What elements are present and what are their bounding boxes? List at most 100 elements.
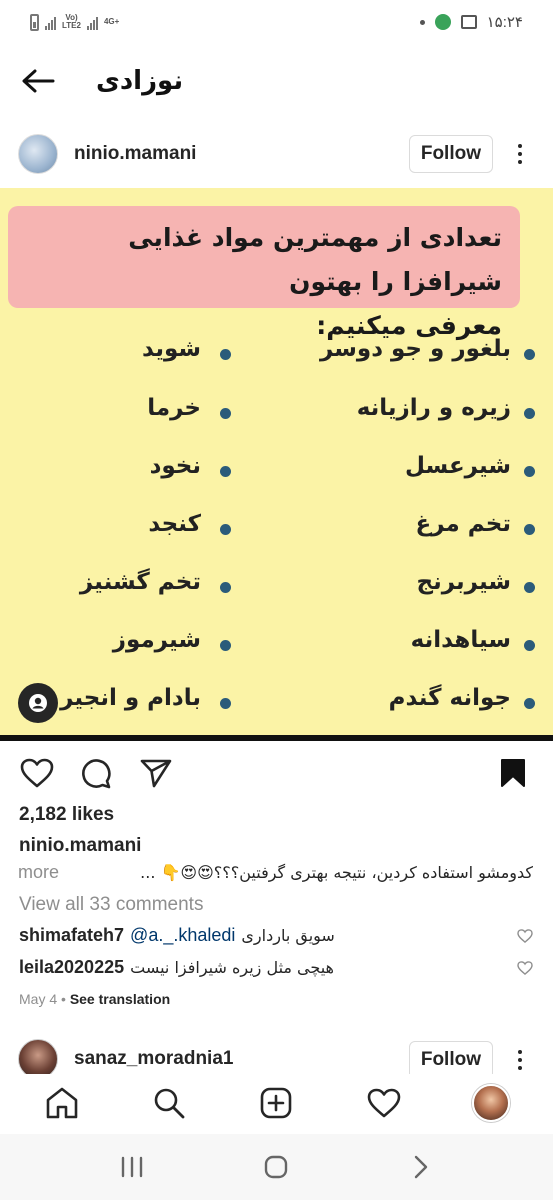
list-item: سیاهدانه <box>410 627 511 653</box>
list-bullet <box>220 582 231 593</box>
bottom-navigation <box>0 1074 553 1132</box>
recent-apps-button[interactable] <box>107 1142 157 1192</box>
post-header: ninio.mamani Follow <box>0 128 553 180</box>
next-post-header: sanaz_moradnia1 Follow <box>0 1038 553 1074</box>
post-actions <box>0 752 553 794</box>
page-header: نوزادی <box>0 50 553 112</box>
user-tag-icon <box>29 694 47 712</box>
list-bullet <box>220 466 231 477</box>
list-item: جوانه گندم <box>388 685 511 711</box>
page-title: نوزادی <box>96 66 184 96</box>
system-back-button[interactable] <box>396 1142 446 1192</box>
list-item: تخم گشنیز <box>79 569 201 595</box>
list-bullet <box>220 408 231 419</box>
status-left: Vo) LTE2 4G+ <box>30 13 120 31</box>
profile-avatar <box>472 1084 511 1122</box>
comment-text: سویق بارداری <box>241 926 335 945</box>
list-item: زیره و رازیانه <box>356 395 511 421</box>
arrow-left-icon <box>22 69 55 93</box>
image-notification-icon <box>460 15 477 29</box>
heart-icon <box>517 928 533 943</box>
follow-button[interactable]: Follow <box>408 135 493 173</box>
list-bullet <box>524 466 535 477</box>
caption-text: کدومشو استفاده کردین، نتیجه بهتری گرفتین… <box>140 863 533 882</box>
signal-icon <box>45 14 56 30</box>
system-home-button[interactable] <box>251 1142 301 1192</box>
heart-icon <box>20 758 54 788</box>
avatar[interactable] <box>18 134 58 174</box>
view-all-comments-link[interactable]: View all 33 comments <box>19 894 203 916</box>
status-bar: Vo) LTE2 4G+ ۱۵:۲۴ <box>0 0 553 44</box>
image-bottom-bar <box>0 735 553 741</box>
list-bullet <box>524 349 535 360</box>
list-bullet <box>524 524 535 535</box>
comment-username[interactable]: leila2020225 <box>19 957 124 978</box>
home-circle-icon <box>265 1155 288 1179</box>
activity-heart-icon <box>367 1088 401 1118</box>
banner-line-1: تعدادی از مهمترین مواد غذایی شیرافزا را … <box>128 223 502 296</box>
nav-search-button[interactable] <box>146 1080 192 1126</box>
save-button[interactable] <box>493 753 533 793</box>
caption: more کدومشو استفاده کردین، نتیجه بهتری گ… <box>18 862 533 883</box>
list-bullet <box>220 698 231 709</box>
list-item: بلغور و جو دوسر <box>319 336 511 362</box>
list-item: بادام و انجیر <box>60 685 201 711</box>
caption-username[interactable]: ninio.mamani <box>19 835 141 857</box>
list-item: شوید <box>142 336 201 362</box>
list-bullet <box>220 524 231 535</box>
list-item: کنجد <box>148 511 201 537</box>
status-right: ۱۵:۲۴ <box>419 13 523 31</box>
comment-like-button[interactable] <box>516 959 534 977</box>
post-image[interactable]: تعدادی از مهمترین مواد غذایی شیرافزا را … <box>0 188 553 741</box>
notification-dot-icon <box>419 19 425 25</box>
list-bullet <box>524 698 535 709</box>
comment-mention[interactable]: @a._.khaledi <box>130 925 235 946</box>
post-username[interactable]: ninio.mamani <box>74 143 409 165</box>
comment-button[interactable] <box>80 753 120 793</box>
battery-icon <box>30 13 39 31</box>
list-item: شیرموز <box>112 627 201 653</box>
post-date-text: May 4 <box>19 991 58 1007</box>
network-type: 4G+ <box>103 17 120 26</box>
list-item: شیرعسل <box>405 453 511 479</box>
send-icon <box>140 759 172 788</box>
see-translation-link[interactable]: See translation <box>70 991 170 1007</box>
list-bullet <box>220 349 231 360</box>
next-post-username[interactable]: sanaz_moradnia1 <box>74 1048 409 1070</box>
comment-username[interactable]: shimafateh7 <box>19 925 124 946</box>
list-bullet <box>524 640 535 651</box>
nav-create-button[interactable] <box>253 1080 299 1126</box>
list-item: نخود <box>149 453 201 479</box>
comment-row: leila2020225 هیچی مثل زیره شیرافزا نیست <box>19 957 534 978</box>
list-item: تخم مرغ <box>415 511 511 537</box>
more-options-button[interactable] <box>505 1041 535 1074</box>
comment-icon <box>82 759 111 789</box>
add-post-icon <box>261 1087 292 1119</box>
nav-activity-button[interactable] <box>361 1080 407 1126</box>
list-bullet <box>524 582 535 593</box>
share-button[interactable] <box>140 753 180 793</box>
back-chevron-icon <box>414 1155 428 1179</box>
back-button[interactable] <box>18 61 58 101</box>
caption-more-link[interactable]: more <box>18 862 59 883</box>
nav-profile-button[interactable] <box>468 1080 514 1126</box>
nav-home-button[interactable] <box>39 1080 85 1126</box>
list-bullet <box>524 408 535 419</box>
post-date: May 4 • See translation <box>19 991 171 1007</box>
network-label-bottom: LTE2 <box>62 21 81 30</box>
user-tags-button[interactable] <box>18 683 58 723</box>
system-navigation <box>0 1134 553 1200</box>
comment-like-button[interactable] <box>516 927 534 945</box>
likes-count[interactable]: 2,182 likes <box>19 804 114 826</box>
bookmark-filled-icon <box>501 759 525 787</box>
list-item: خرما <box>147 395 201 421</box>
follow-button[interactable]: Follow <box>408 1041 493 1074</box>
like-button[interactable] <box>20 753 60 793</box>
more-options-button[interactable] <box>505 135 535 173</box>
image-banner: تعدادی از مهمترین مواد غذایی شیرافزا را … <box>8 206 520 340</box>
network-label: Vo) LTE2 <box>62 14 81 30</box>
avatar[interactable] <box>18 1039 58 1074</box>
signal-icon-2 <box>86 14 98 30</box>
comment-row: shimafateh7 @a._.khaledi سویق بارداری <box>19 925 534 946</box>
list-item: شیربرنج <box>416 569 511 595</box>
